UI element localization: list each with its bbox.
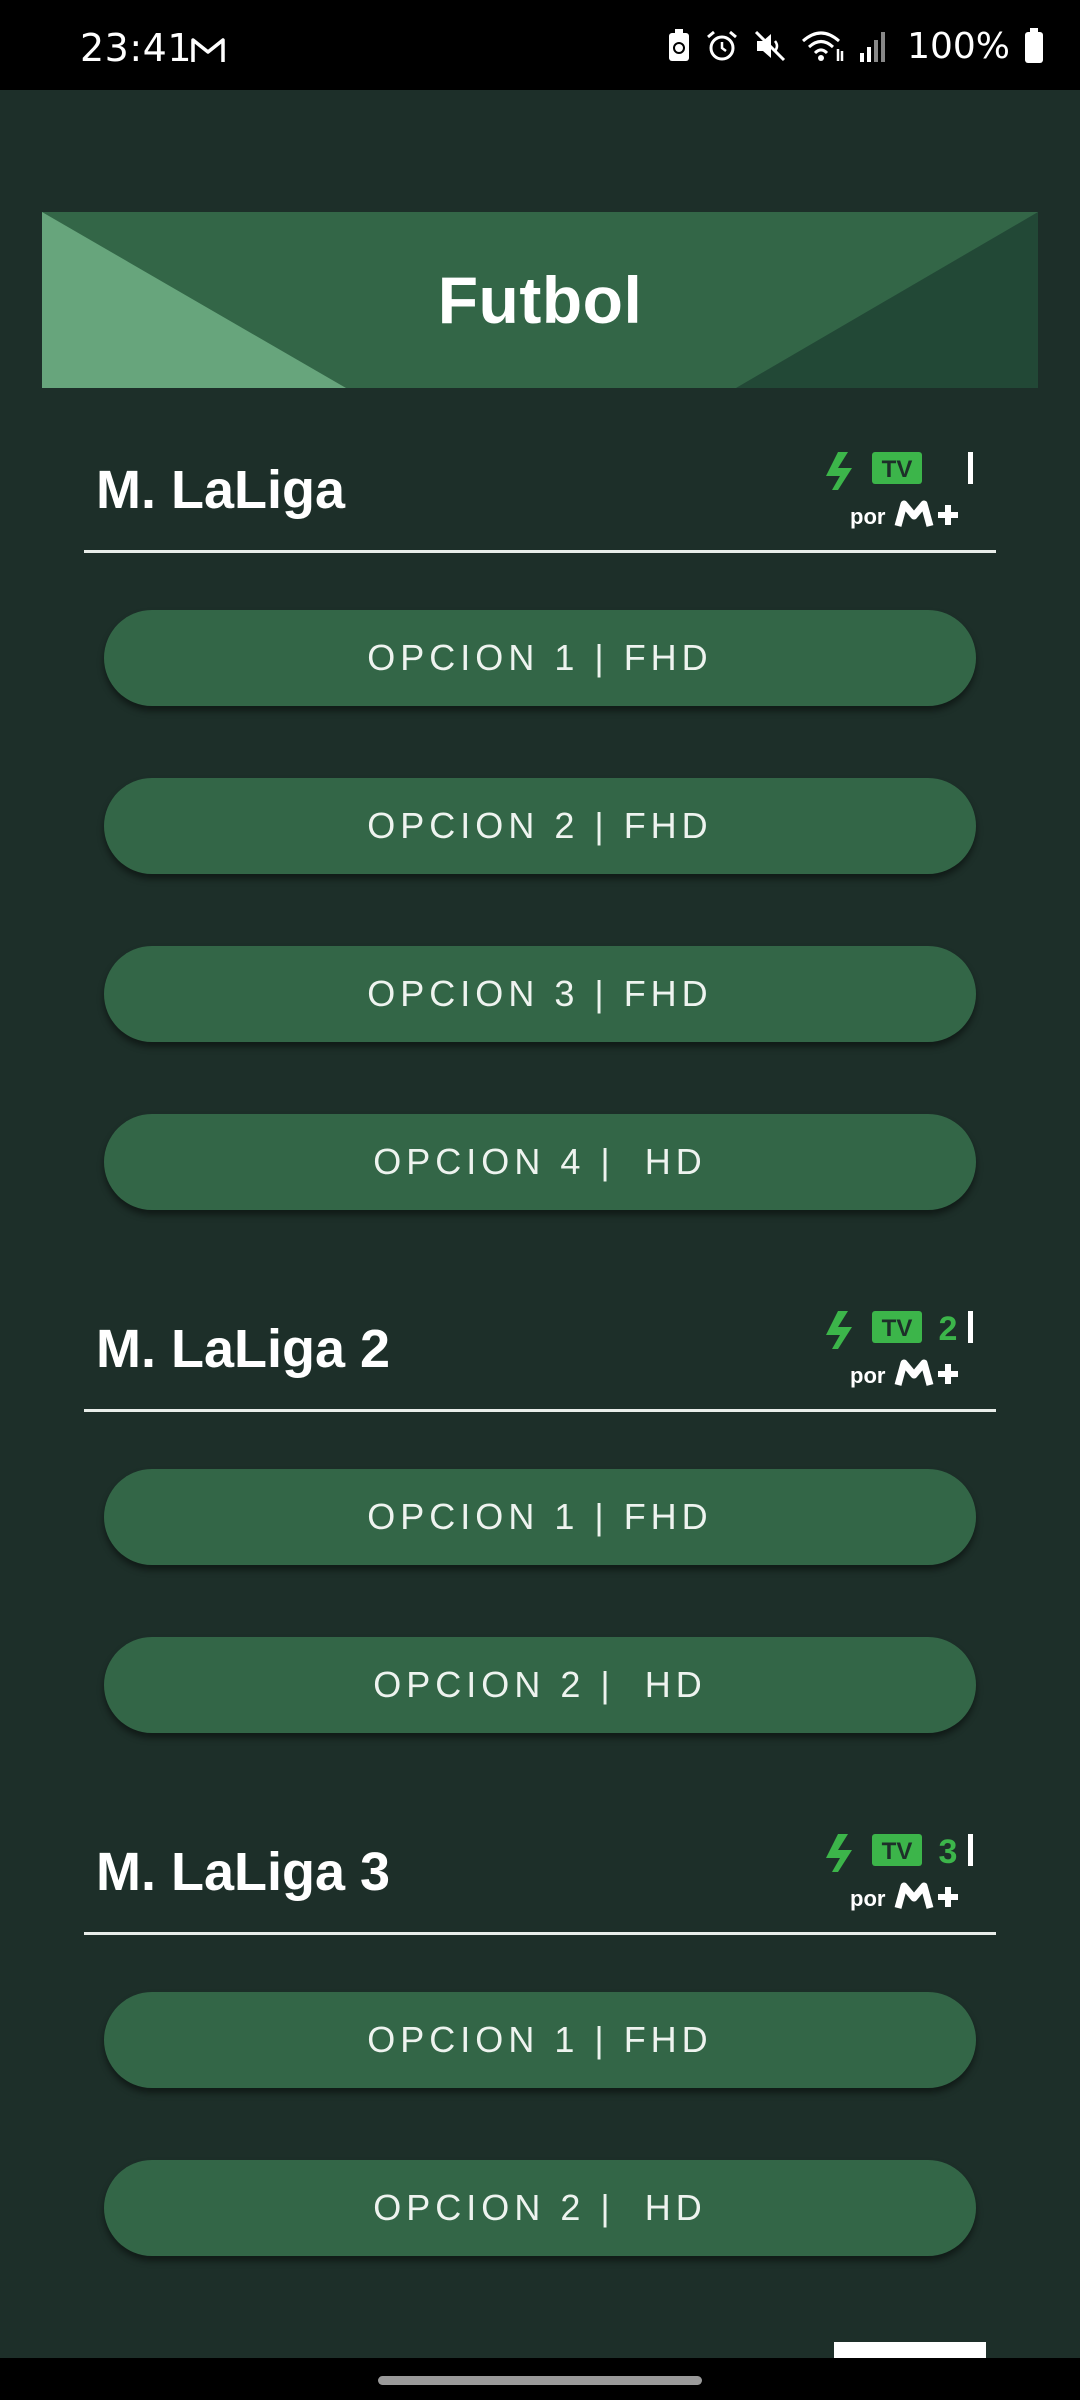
logo-por-text: por — [850, 1886, 886, 1911]
status-bar: 23:41 100% — [0, 0, 1080, 90]
page-title: Futbol — [437, 263, 643, 337]
battery-percent: 100% — [907, 25, 1010, 67]
section-header: M. LaLiga 2 TV 2 por — [84, 1289, 996, 1412]
system-status-icons: 100% — [667, 24, 1044, 68]
laliga-tv-logo: TV por — [826, 452, 973, 529]
next-section-logo-peek — [834, 2342, 986, 2358]
category-banner: Futbol — [42, 212, 1038, 388]
option-button[interactable]: OPCION 2 | FHD — [104, 778, 976, 874]
logo-por-text: por — [850, 504, 886, 529]
logo-number: 3 — [939, 1833, 958, 1871]
option-button[interactable]: OPCION 1 | FHD — [104, 1469, 976, 1565]
mute-icon — [755, 30, 786, 62]
section-title: M. LaLiga 3 — [96, 1842, 391, 1902]
home-gesture-handle[interactable] — [378, 2376, 702, 2385]
signal-icon — [860, 32, 886, 62]
status-time: 23:41 — [80, 26, 193, 70]
option-button[interactable]: OPCION 4 | HD — [104, 1114, 976, 1210]
battery-icon — [1025, 28, 1043, 63]
logo-tv-text: TV — [882, 1838, 913, 1865]
battery-saver-icon — [669, 29, 690, 61]
option-button[interactable]: OPCION 1 | FHD — [104, 610, 976, 706]
section-header: M. LaLiga TV por — [84, 430, 996, 553]
laliga-tv-3-logo: TV 3 por — [826, 1833, 973, 1911]
option-button[interactable]: OPCION 1 | FHD — [104, 1992, 976, 2088]
app-content: Futbol M. LaLiga TV por OPCION 1 | FHD O… — [0, 90, 1080, 2358]
logo-por-text: por — [850, 1363, 886, 1388]
option-button[interactable]: OPCION 3 | FHD — [104, 946, 976, 1042]
section-header: M. LaLiga 3 TV 3 por — [84, 1812, 996, 1935]
laliga-tv-2-logo: TV 2 por — [826, 1310, 973, 1388]
wifi-icon — [802, 31, 844, 61]
logo-number: 2 — [939, 1310, 958, 1348]
section-title: M. LaLiga 2 — [96, 1319, 391, 1379]
alarm-icon — [707, 30, 738, 61]
navigation-bar — [0, 2358, 1080, 2400]
logo-tv-text: TV — [882, 1315, 913, 1342]
option-button[interactable]: OPCION 2 | HD — [104, 1637, 976, 1733]
option-button[interactable]: OPCION 2 | HD — [104, 2160, 976, 2256]
section-title: M. LaLiga — [96, 460, 346, 520]
logo-tv-text: TV — [882, 456, 913, 483]
gmail-icon — [191, 38, 225, 62]
